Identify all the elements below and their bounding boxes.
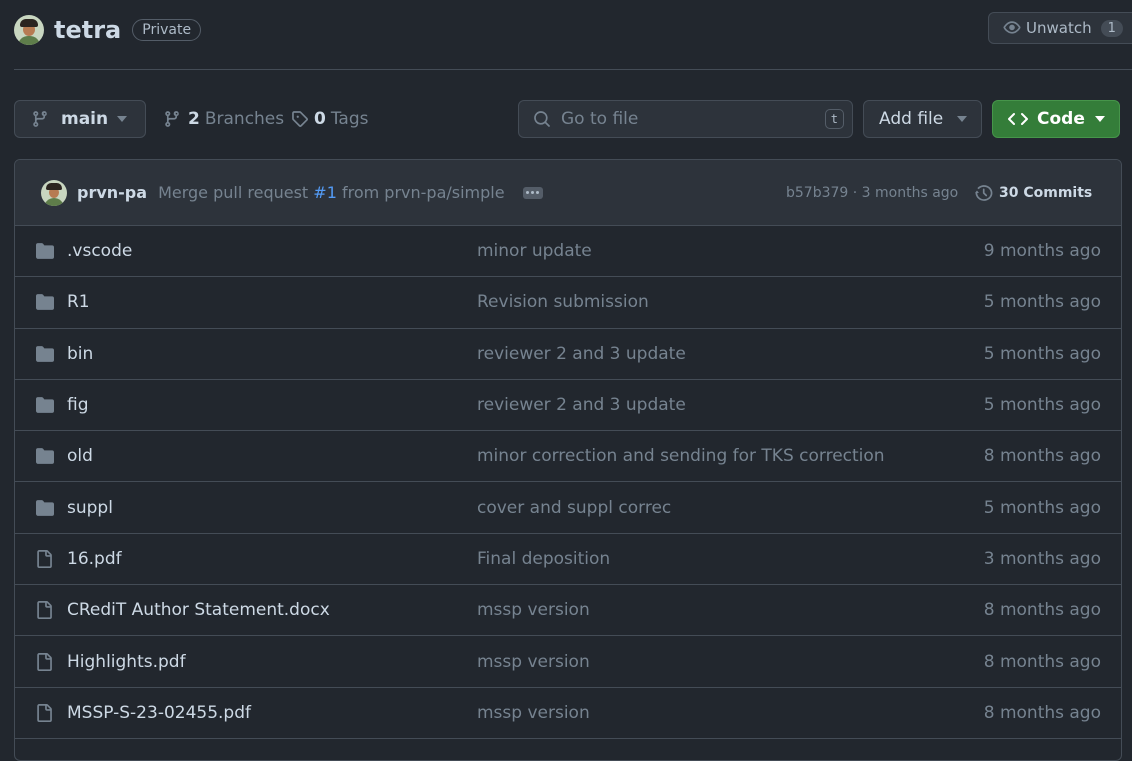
folder-icon [35, 345, 55, 363]
latest-commit-bar: prvn-pa Merge pull request #1 from prvn-… [15, 160, 1121, 226]
file-row[interactable]: bin reviewer 2 and 3 update 5 months ago [15, 329, 1121, 380]
file-row[interactable]: old minor correction and sending for TKS … [15, 431, 1121, 483]
unwatch-button[interactable]: Unwatch 1 [988, 12, 1132, 44]
history-icon [975, 184, 993, 202]
chevron-down-icon [117, 116, 127, 122]
commit-sha-time[interactable]: b57b379 · 3 months ago [786, 185, 958, 201]
file-name[interactable]: CRediT Author Statement.docx [67, 600, 330, 620]
folder-icon [35, 447, 55, 465]
file-list: .vscode minor update 9 months ago R1 Revisio… [15, 226, 1121, 739]
branches-link[interactable]: 2 Branches [163, 100, 284, 138]
commit-message[interactable]: Merge pull request #1 from prvn-pa/simpl… [158, 183, 505, 202]
file-commit-message[interactable]: reviewer 2 and 3 update [477, 395, 686, 415]
file-name[interactable]: MSSP-S-23-02455.pdf [67, 703, 251, 723]
file-commit-message[interactable]: minor update [477, 241, 592, 261]
file-row[interactable]: fig reviewer 2 and 3 update 5 months ago [15, 380, 1121, 432]
go-to-file-input[interactable]: Go to file t [518, 100, 853, 138]
file-name[interactable]: old [67, 446, 93, 466]
chevron-down-icon [1095, 116, 1105, 122]
file-name[interactable]: bin [67, 344, 93, 364]
file-commit-date: 8 months ago [983, 702, 1101, 723]
visibility-badge: Private [132, 19, 202, 41]
eye-icon [1003, 19, 1021, 37]
file-name[interactable]: 16.pdf [67, 549, 122, 569]
file-commit-message[interactable]: Revision submission [477, 292, 649, 312]
tags-count: 0 [314, 109, 326, 129]
go-to-file-placeholder: Go to file [561, 109, 639, 129]
keyboard-shortcut-hint: t [824, 109, 844, 129]
code-icon [1008, 111, 1028, 127]
file-commit-date: 8 months ago [983, 651, 1101, 672]
file-commit-message[interactable]: Final deposition [477, 549, 610, 569]
file-icon [35, 600, 53, 620]
file-name[interactable]: suppl [67, 498, 113, 518]
file-row[interactable]: R1 Revision submission 5 months ago [15, 277, 1121, 329]
search-icon [533, 110, 551, 128]
folder-icon [35, 242, 55, 260]
file-commit-message[interactable]: mssp version [477, 600, 590, 620]
tags-link[interactable]: 0 Tags [291, 100, 368, 138]
tag-icon [291, 110, 309, 128]
file-row[interactable]: Highlights.pdf mssp version 8 months ago [15, 636, 1121, 688]
commit-author[interactable]: prvn-pa [77, 183, 147, 202]
folder-icon [35, 499, 55, 517]
file-name[interactable]: R1 [67, 292, 90, 312]
file-commit-date: 5 months ago [983, 497, 1101, 518]
file-commit-message[interactable]: cover and suppl correc [477, 498, 671, 518]
branch-selector[interactable]: main [14, 100, 146, 138]
file-commit-date: 5 months ago [983, 292, 1101, 313]
file-row[interactable]: .vscode minor update 9 months ago [15, 226, 1121, 278]
file-row[interactable]: suppl cover and suppl correc 5 months ago [15, 482, 1121, 534]
file-commit-message[interactable]: reviewer 2 and 3 update [477, 344, 686, 364]
watchers-count: 1 [1100, 19, 1123, 37]
commits-count-label: 30 Commits [999, 184, 1093, 201]
file-name[interactable]: Highlights.pdf [67, 652, 186, 672]
file-name[interactable]: fig [67, 395, 89, 415]
ellipsis-button[interactable] [522, 186, 543, 199]
file-commit-date: 3 months ago [983, 548, 1101, 569]
author-avatar[interactable] [41, 179, 67, 206]
branches-count: 2 [188, 109, 200, 129]
branches-label: Branches [204, 109, 285, 129]
commits-link[interactable]: 30 Commits [975, 184, 1092, 202]
chevron-down-icon [957, 116, 967, 122]
file-row[interactable]: 16.pdf Final deposition 3 months ago [15, 534, 1121, 586]
git-branch-icon [31, 110, 49, 128]
tags-label: Tags [330, 109, 369, 129]
file-commit-message[interactable]: minor correction and sending for TKS cor… [477, 446, 885, 466]
folder-icon [35, 293, 55, 311]
add-file-button[interactable]: Add file [863, 100, 982, 138]
add-file-label: Add file [879, 109, 944, 129]
repo-header: tetra Private [14, 12, 202, 48]
file-table: prvn-pa Merge pull request #1 from prvn-… [14, 159, 1122, 761]
file-commit-date: 8 months ago [983, 600, 1101, 621]
folder-icon [35, 396, 55, 414]
file-commit-date: 5 months ago [983, 343, 1101, 364]
header-divider [14, 69, 1132, 70]
code-label: Code [1037, 109, 1085, 129]
commit-message-suffix: from prvn-pa/simple [341, 183, 505, 202]
branch-name: main [61, 109, 109, 129]
file-icon [35, 652, 53, 672]
file-name[interactable]: .vscode [67, 241, 132, 261]
file-row[interactable]: CRediT Author Statement.docx mssp version… [15, 585, 1121, 637]
file-commit-message[interactable]: mssp version [477, 652, 590, 672]
git-branch-icon [163, 110, 181, 128]
pull-request-link[interactable]: #1 [313, 183, 337, 202]
code-button[interactable]: Code [992, 100, 1120, 138]
file-icon [35, 549, 53, 569]
unwatch-label: Unwatch [1026, 19, 1092, 37]
file-commit-date: 8 months ago [983, 446, 1101, 467]
file-row[interactable]: MSSP-S-23-02455.pdf mssp version 8 months … [15, 688, 1121, 739]
commit-message-prefix: Merge pull request [158, 183, 309, 202]
file-commit-date: 5 months ago [983, 395, 1101, 416]
repo-name[interactable]: tetra [54, 16, 121, 44]
owner-avatar[interactable] [14, 15, 44, 45]
file-icon [35, 703, 53, 723]
file-commit-date: 9 months ago [983, 241, 1101, 262]
file-commit-message[interactable]: mssp version [477, 703, 590, 723]
